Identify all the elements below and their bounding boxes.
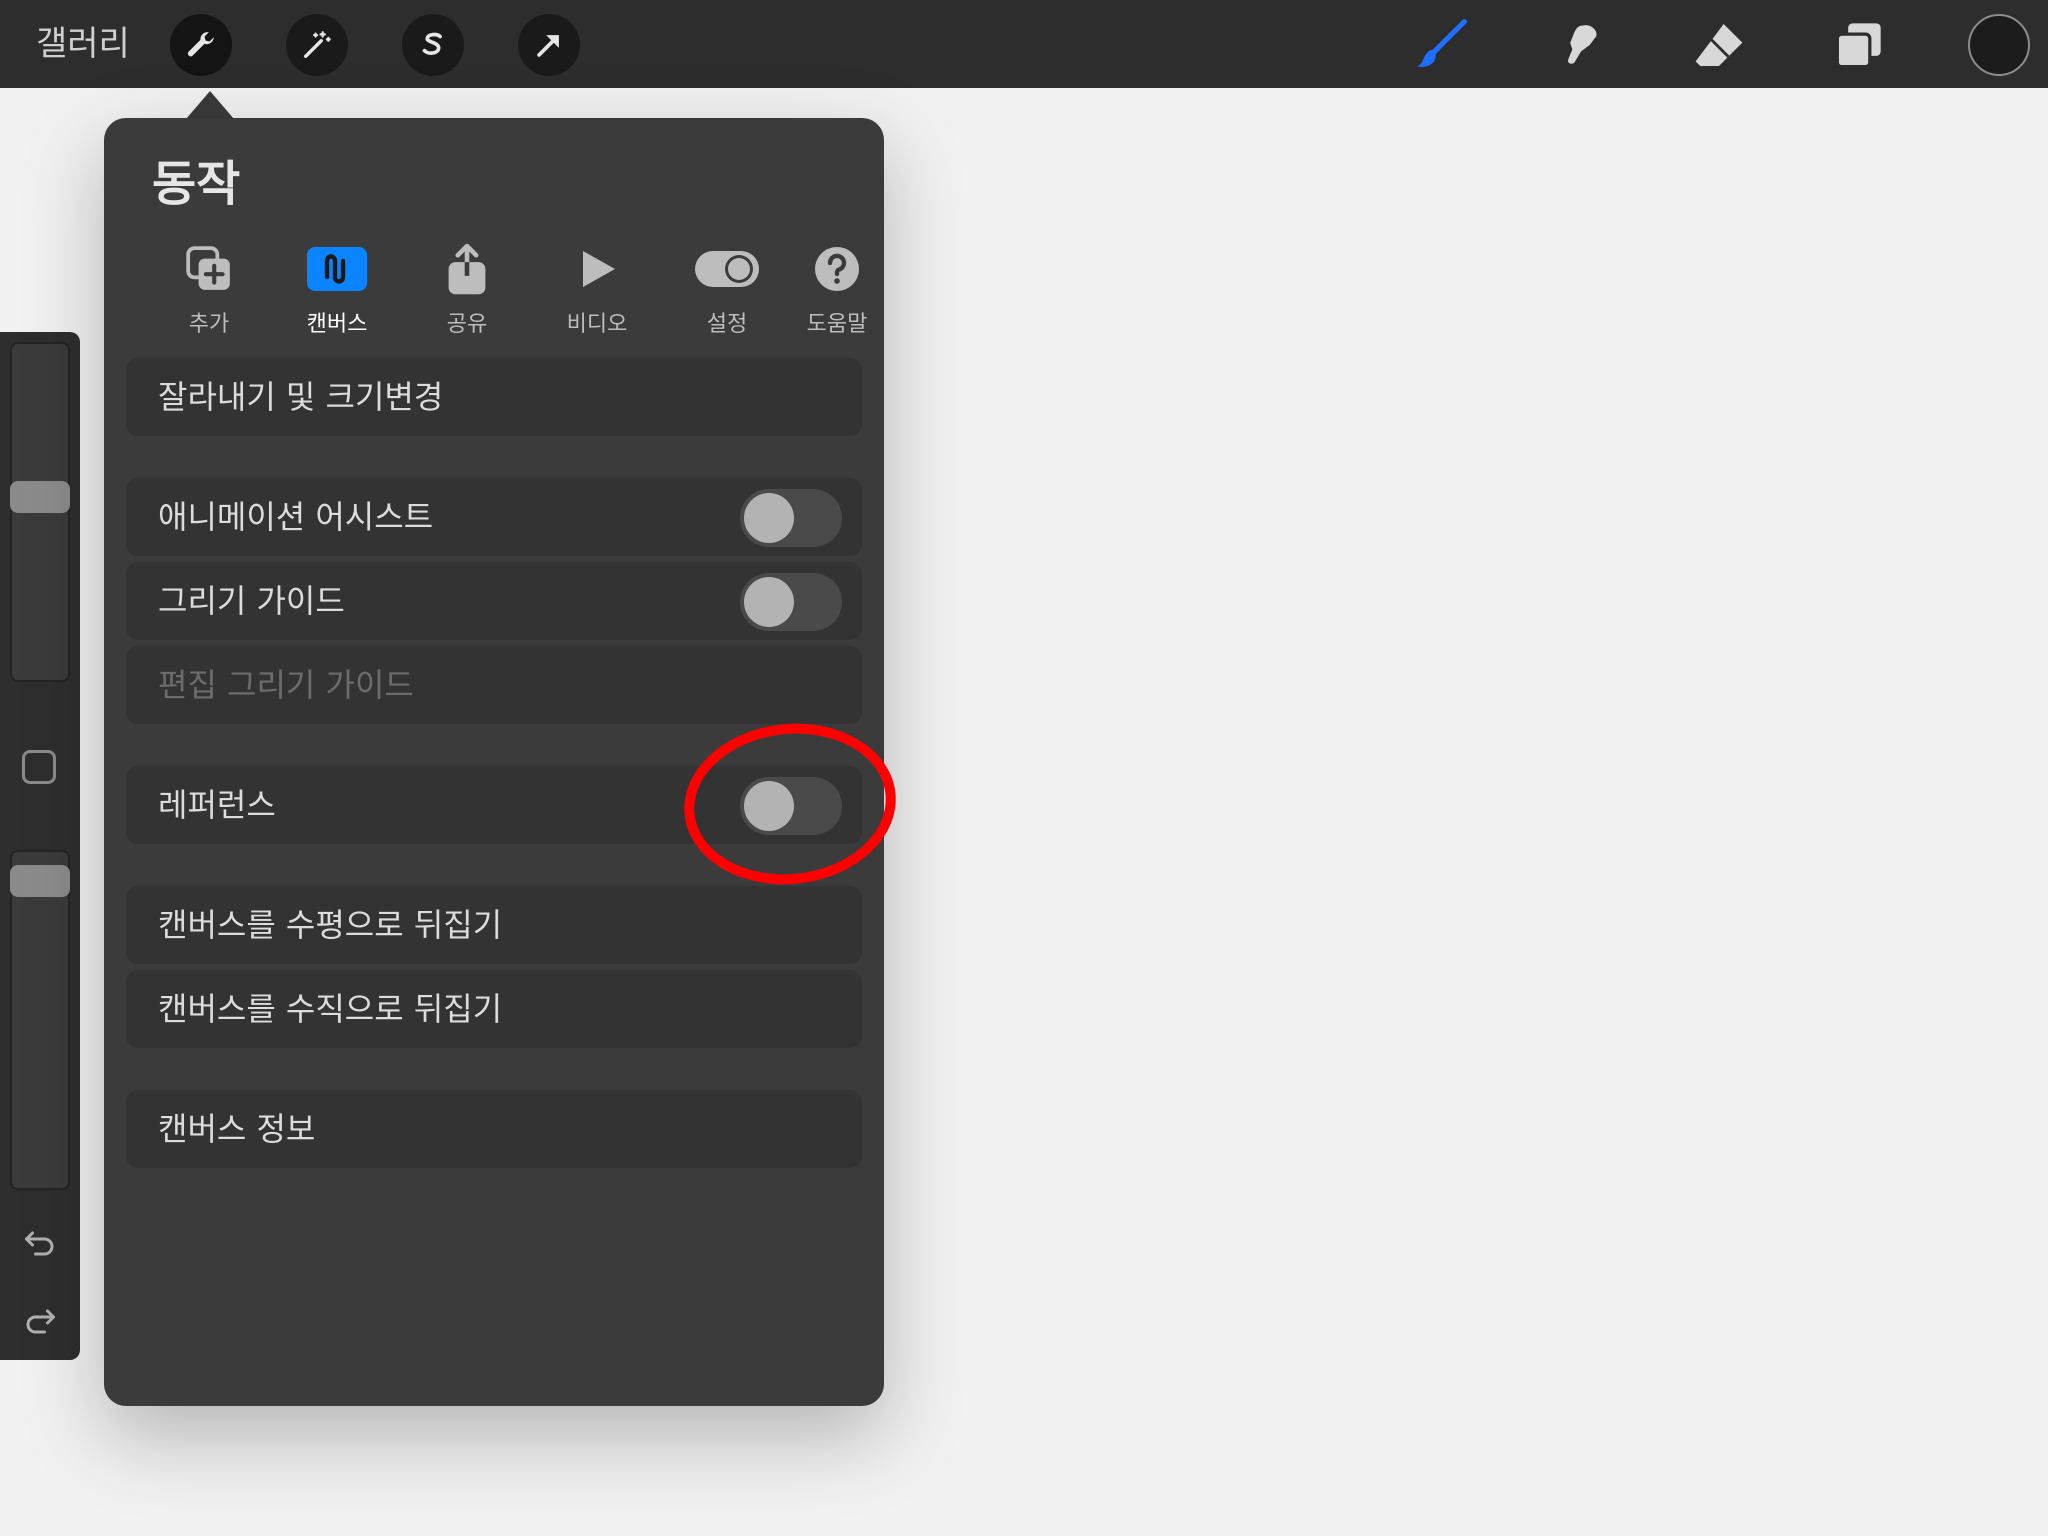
drawing-guide-toggle[interactable]	[740, 573, 842, 631]
layers-icon	[1835, 23, 1881, 69]
actions-button[interactable]	[170, 14, 232, 76]
share-icon	[448, 243, 486, 295]
tab-video-label: 비디오	[566, 312, 628, 337]
flip-vertical-item[interactable]: 캔버스를 수직으로 뒤집기	[126, 970, 862, 1048]
animation-assist-label: 애니메이션 어시스트	[158, 498, 434, 536]
animation-assist-toggle[interactable]	[740, 489, 842, 547]
flip-horizontal-item[interactable]: 캔버스를 수평으로 뒤집기	[126, 886, 862, 964]
settings-toggle-icon	[695, 251, 759, 287]
selection-s-icon	[422, 32, 442, 55]
redo-icon	[26, 1309, 55, 1334]
color-picker-button[interactable]	[1968, 14, 2030, 76]
tab-canvas[interactable]: 캔버스	[272, 236, 402, 356]
drawing-guide-label: 그리기 가이드	[158, 582, 345, 620]
undo-button[interactable]	[16, 1218, 64, 1266]
tab-share[interactable]: 공유	[402, 236, 532, 356]
eraser-icon	[1695, 24, 1743, 66]
selection-button[interactable]	[402, 14, 464, 76]
transform-button[interactable]	[518, 14, 580, 76]
tab-share-label: 공유	[446, 312, 488, 337]
brush-icon	[1416, 19, 1467, 67]
eyedropper-button[interactable]	[22, 750, 56, 784]
transform-arrow-icon	[537, 35, 559, 57]
tab-add[interactable]: 추가	[144, 236, 274, 356]
left-sidebar	[0, 332, 80, 1360]
tab-settings[interactable]: 설정	[662, 236, 792, 356]
flip-vertical-label: 캔버스를 수직으로 뒤집기	[158, 990, 503, 1028]
flip-horizontal-label: 캔버스를 수평으로 뒤집기	[158, 906, 503, 944]
smudge-icon	[1568, 25, 1597, 64]
actions-tabs: 추가 캔버스 공유 비디오 설정 도움말	[104, 236, 884, 356]
brush-tool[interactable]	[1410, 14, 1472, 76]
tab-canvas-label: 캔버스	[306, 312, 368, 337]
crop-resize-label: 잘라내기 및 크기변경	[158, 378, 444, 416]
undo-icon	[25, 1231, 54, 1256]
tab-add-label: 추가	[188, 312, 230, 337]
crop-resize-item[interactable]: 잘라내기 및 크기변경	[126, 358, 862, 436]
eraser-tool[interactable]	[1688, 14, 1750, 76]
opacity-thumb[interactable]	[10, 865, 70, 897]
video-play-icon	[583, 251, 615, 287]
redo-button[interactable]	[16, 1296, 64, 1344]
adjustments-button[interactable]	[286, 14, 348, 76]
tab-settings-label: 설정	[706, 312, 748, 337]
drawing-guide-item: 그리기 가이드	[126, 562, 862, 640]
canvas-info-item[interactable]: 캔버스 정보	[126, 1090, 862, 1168]
tab-video[interactable]: 비디오	[532, 236, 662, 356]
canvas-icon	[307, 247, 367, 291]
gallery-button[interactable]: 갤러리	[36, 20, 130, 68]
layers-tool[interactable]	[1828, 14, 1890, 76]
tab-help[interactable]: 도움말	[792, 236, 882, 356]
reference-label: 레퍼런스	[158, 786, 276, 824]
smudge-tool[interactable]	[1550, 14, 1612, 76]
help-icon	[815, 247, 859, 291]
brush-size-thumb[interactable]	[10, 481, 70, 513]
add-icon	[186, 246, 230, 290]
top-toolbar: 갤러리	[0, 0, 2048, 88]
tab-help-label: 도움말	[806, 312, 868, 337]
popover-caret	[186, 91, 234, 119]
edit-drawing-guide-item: 편집 그리기 가이드	[126, 646, 862, 724]
edit-drawing-guide-label: 편집 그리기 가이드	[158, 666, 414, 704]
animation-assist-item: 애니메이션 어시스트	[126, 478, 862, 556]
magic-wand-icon	[303, 31, 331, 59]
canvas-info-label: 캔버스 정보	[158, 1110, 316, 1148]
wrench-icon	[187, 32, 214, 57]
opacity-slider[interactable]	[10, 850, 70, 1190]
panel-title: 동작	[152, 156, 241, 212]
